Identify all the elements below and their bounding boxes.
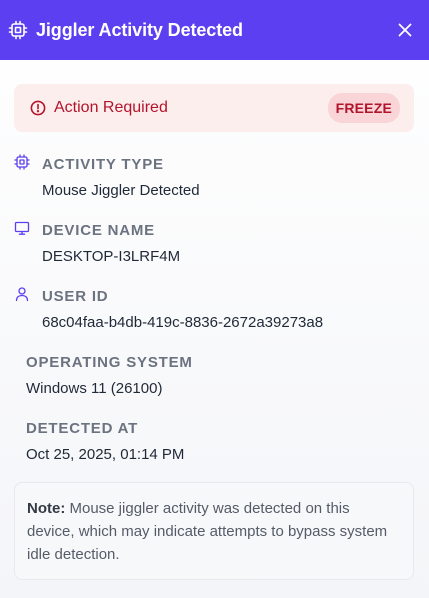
detected-at-field: DETECTED AT Oct 25, 2025, 01:14 PM bbox=[26, 420, 184, 463]
device-name-label: DEVICE NAME bbox=[42, 222, 155, 239]
close-button[interactable] bbox=[393, 18, 417, 42]
detected-at-value: Oct 25, 2025, 01:14 PM bbox=[26, 446, 185, 463]
operating-system-value: Windows 11 (26100) bbox=[26, 380, 163, 397]
activity-type-field: ACTIVITY TYPE Mouse Jiggler Detected bbox=[42, 156, 200, 199]
detected-at-label: DETECTED AT bbox=[26, 420, 139, 437]
note-box: Note: Mouse jiggler activity was detecte… bbox=[14, 482, 414, 580]
activity-type-value: Mouse Jiggler Detected bbox=[42, 182, 200, 199]
user-id-value: 68c04faa-b4db-419c-8836-2672a39273a8 bbox=[42, 314, 324, 331]
panel-title: Jiggler Activity Detected bbox=[36, 19, 243, 40]
user-id-label: USER ID bbox=[42, 288, 109, 305]
operating-system-label: OPERATING SYSTEM bbox=[26, 354, 193, 371]
status-badge: FREEZE bbox=[327, 93, 400, 123]
alert-text: Action Required bbox=[54, 99, 168, 116]
panel-header: Jiggler Activity Detected bbox=[0, 0, 429, 60]
cpu-chip-icon bbox=[14, 154, 30, 170]
activity-type-label: ACTIVITY TYPE bbox=[42, 156, 164, 173]
device-name-value: DESKTOP-I3LRF4M bbox=[42, 248, 181, 265]
alert-circle-icon bbox=[30, 100, 46, 116]
user-id-field: USER ID 68c04faa-b4db-419c-8836-2672a392… bbox=[42, 288, 323, 331]
operating-system-field: OPERATING SYSTEM Windows 11 (26100) bbox=[26, 354, 193, 397]
close-icon bbox=[398, 23, 412, 37]
user-icon bbox=[14, 286, 30, 302]
device-name-field: DEVICE NAME DESKTOP-I3LRF4M bbox=[42, 222, 180, 265]
cpu-chip-icon bbox=[8, 20, 28, 40]
monitor-icon bbox=[14, 220, 30, 236]
note-text: Mouse jiggler activity was detected on t… bbox=[27, 500, 388, 563]
action-required-banner: Action Required FREEZE bbox=[14, 84, 414, 132]
jiggler-alert-panel: Jiggler Activity Detected Action Require… bbox=[0, 0, 429, 598]
note-prefix: Note: bbox=[27, 500, 66, 517]
